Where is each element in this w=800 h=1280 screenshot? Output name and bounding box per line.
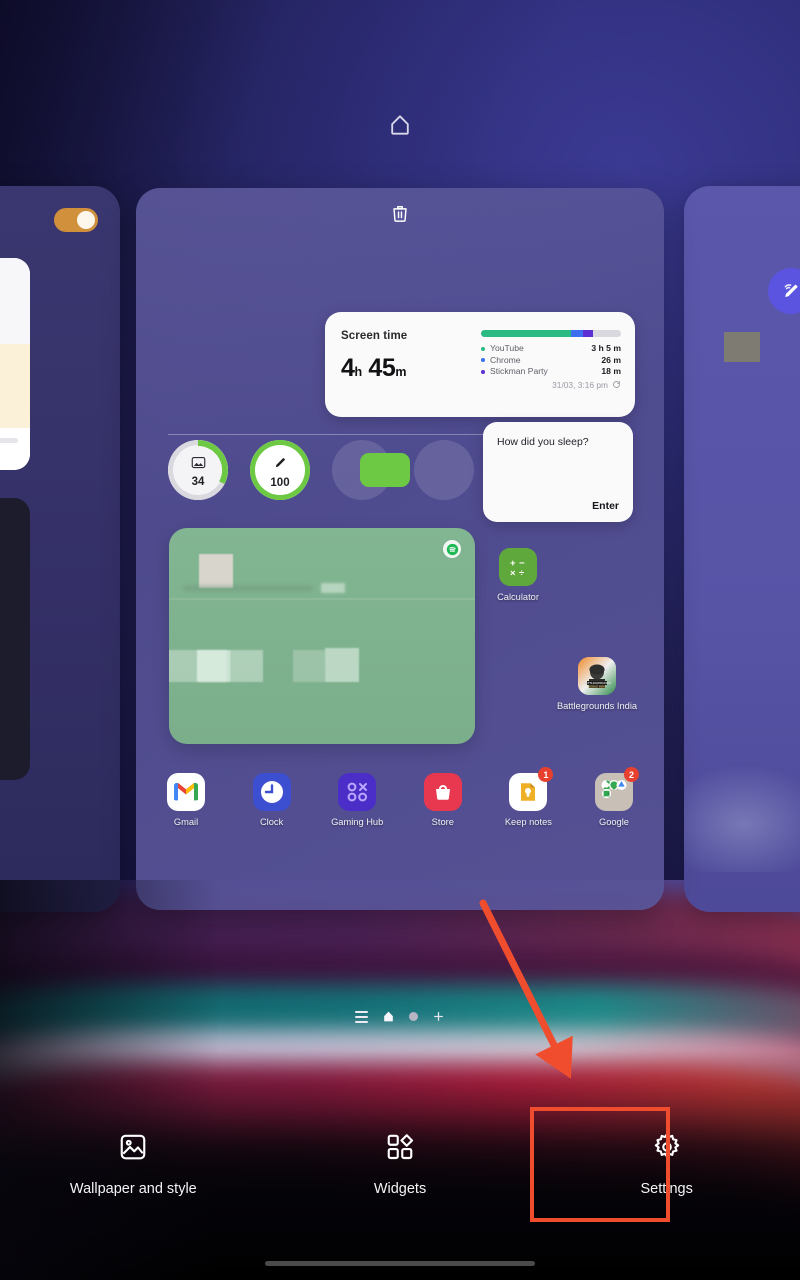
screen-time-total: 4h 45m xyxy=(341,354,407,383)
legend-app-value: 3 h 5 m xyxy=(591,343,621,353)
screen-time-minutes-unit: m xyxy=(395,365,407,379)
app-label: Gaming Hub xyxy=(331,817,384,827)
current-home-screen-card[interactable]: Screen time 4h 45m YouTube 3 h 5 m Chrome 2… xyxy=(136,188,664,910)
screen-time-legend: YouTube 3 h 5 m Chrome 26 m Stickman Party 18… xyxy=(481,343,621,378)
screen-time-legend-row: Stickman Party 18 m xyxy=(481,366,621,378)
add-page-icon[interactable] xyxy=(432,1010,445,1023)
ring-widget-2[interactable]: 100 xyxy=(250,440,310,500)
preview-shopping-card xyxy=(0,258,30,470)
spotify-widget[interactable] xyxy=(169,528,475,744)
gallery-icon xyxy=(191,456,206,474)
notification-badge: 2 xyxy=(623,767,639,782)
legend-app-name: Stickman Party xyxy=(490,366,548,377)
legend-app-name: YouTube xyxy=(490,343,524,353)
preview-toggle[interactable] xyxy=(54,208,98,232)
refresh-icon[interactable] xyxy=(612,380,621,389)
gesture-bar[interactable] xyxy=(265,1261,535,1266)
sleep-enter-button[interactable]: Enter xyxy=(497,500,619,512)
dock-app-gmail[interactable]: Gmail xyxy=(158,773,214,827)
page-indicator[interactable] xyxy=(0,1010,800,1023)
legend-app-value: 18 m xyxy=(601,366,621,377)
app-label: Clock xyxy=(259,817,284,827)
home-screen-edit-mode: Screen time 4h 45m YouTube 3 h 5 m Chrome 2… xyxy=(0,0,800,1280)
toolbar-widgets[interactable]: Widgets xyxy=(267,1104,534,1224)
bgmi-icon: BATTLEGROUNDS MOBILE INDIA xyxy=(578,657,616,695)
screen-time-bar-segment xyxy=(570,330,584,337)
ring-widget-2-value: 100 xyxy=(270,477,290,489)
app-label: Google xyxy=(598,817,629,827)
app-label: Calculator xyxy=(497,592,539,602)
legend-dot xyxy=(481,369,485,374)
screen-time-widget[interactable]: Screen time 4h 45m YouTube 3 h 5 m Chrome 2… xyxy=(325,312,635,417)
legend-dot xyxy=(481,358,485,363)
legend-app-name: Chrome xyxy=(490,354,521,365)
edit-mode-toolbar[interactable]: Wallpaper and style Widgets Settings xyxy=(0,1104,800,1224)
toolbar-settings[interactable]: Settings xyxy=(533,1104,800,1224)
ring-widget-1-value: 34 xyxy=(191,476,205,488)
app-label: Gmail xyxy=(173,817,199,827)
svg-text:÷: ÷ xyxy=(519,568,524,579)
image-icon xyxy=(118,1132,148,1167)
toolbar-wallpaper-and-style[interactable]: Wallpaper and style xyxy=(0,1104,267,1224)
home-page-icon[interactable] xyxy=(382,1010,395,1023)
screen-time-hours-unit: h xyxy=(354,365,363,379)
sleep-question: How did you sleep? xyxy=(497,436,589,448)
dock-app-store[interactable]: Store xyxy=(415,773,471,827)
trash-icon[interactable] xyxy=(389,201,411,225)
ring-widgets-row[interactable]: 34 100 xyxy=(168,440,474,500)
app-icon-calculator[interactable]: + − × ÷ Calculator xyxy=(482,548,554,602)
app-list-icon[interactable] xyxy=(355,1010,368,1023)
pen-icon[interactable] xyxy=(768,268,800,314)
pencil-icon xyxy=(273,455,288,475)
legend-dot xyxy=(481,346,485,351)
screen-time-minutes: 45 xyxy=(368,354,396,382)
preview-dark-card xyxy=(0,498,30,780)
page-dot[interactable] xyxy=(409,1012,418,1021)
legend-app-value: 26 m xyxy=(601,354,621,365)
preview-screen-right[interactable] xyxy=(684,186,800,912)
app-label: Keep notes xyxy=(504,817,552,827)
screen-time-bar-segment xyxy=(481,330,571,337)
top-home-indicator xyxy=(0,112,800,138)
preview-screen-left[interactable] xyxy=(0,186,120,912)
dock-app-clock[interactable]: Clock xyxy=(244,773,300,827)
ring-drag-bridge xyxy=(360,453,410,487)
sleep-widget[interactable]: How did you sleep? Enter xyxy=(483,422,633,522)
toolbar-label: Widgets xyxy=(373,1180,427,1197)
toolbar-label: Settings xyxy=(640,1180,693,1197)
dock-app-google[interactable]: 2 Google xyxy=(586,767,642,827)
app-dock[interactable]: Gmail Clock Gaming Hub Store 1 Keep notes 2 Goo… xyxy=(158,767,642,827)
svg-text:×: × xyxy=(510,568,516,579)
gear-icon xyxy=(652,1132,682,1167)
screen-time-bar-segment xyxy=(583,330,593,337)
gaming-hub-icon xyxy=(338,773,377,811)
notification-badge: 1 xyxy=(538,767,554,782)
preview-placeholder-block xyxy=(724,332,760,362)
ring-widget-4-placeholder[interactable] xyxy=(414,440,474,500)
widgets-icon xyxy=(385,1132,415,1167)
app-label: Battlegrounds India xyxy=(556,701,638,711)
screen-time-legend-row: YouTube 3 h 5 m xyxy=(481,343,621,355)
spotify-icon xyxy=(443,540,461,558)
toolbar-label: Wallpaper and style xyxy=(69,1180,197,1197)
screen-time-updated: 31/03, 3:16 pm xyxy=(481,380,621,390)
galaxy-store-icon xyxy=(423,773,462,811)
home-outline-icon xyxy=(391,115,409,135)
app-label: Store xyxy=(431,817,454,827)
ring-widget-1[interactable]: 34 xyxy=(168,440,228,500)
calculator-icon: + − × ÷ xyxy=(499,548,537,586)
screen-time-title: Screen time xyxy=(341,330,408,342)
gmail-icon xyxy=(167,773,205,811)
screen-time-legend-row: Chrome 26 m xyxy=(481,355,621,367)
app-icon-battlegrounds-india[interactable]: BATTLEGROUNDS MOBILE INDIA Battlegrounds… xyxy=(557,657,637,711)
svg-text:MOBILE INDIA: MOBILE INDIA xyxy=(588,684,606,688)
screen-time-bar xyxy=(481,330,621,337)
clock-icon xyxy=(252,773,291,811)
dock-app-gaming-hub[interactable]: Gaming Hub xyxy=(329,773,385,827)
dock-app-keep-notes[interactable]: 1 Keep notes xyxy=(500,767,556,827)
screen-time-hours: 4 xyxy=(341,354,355,382)
